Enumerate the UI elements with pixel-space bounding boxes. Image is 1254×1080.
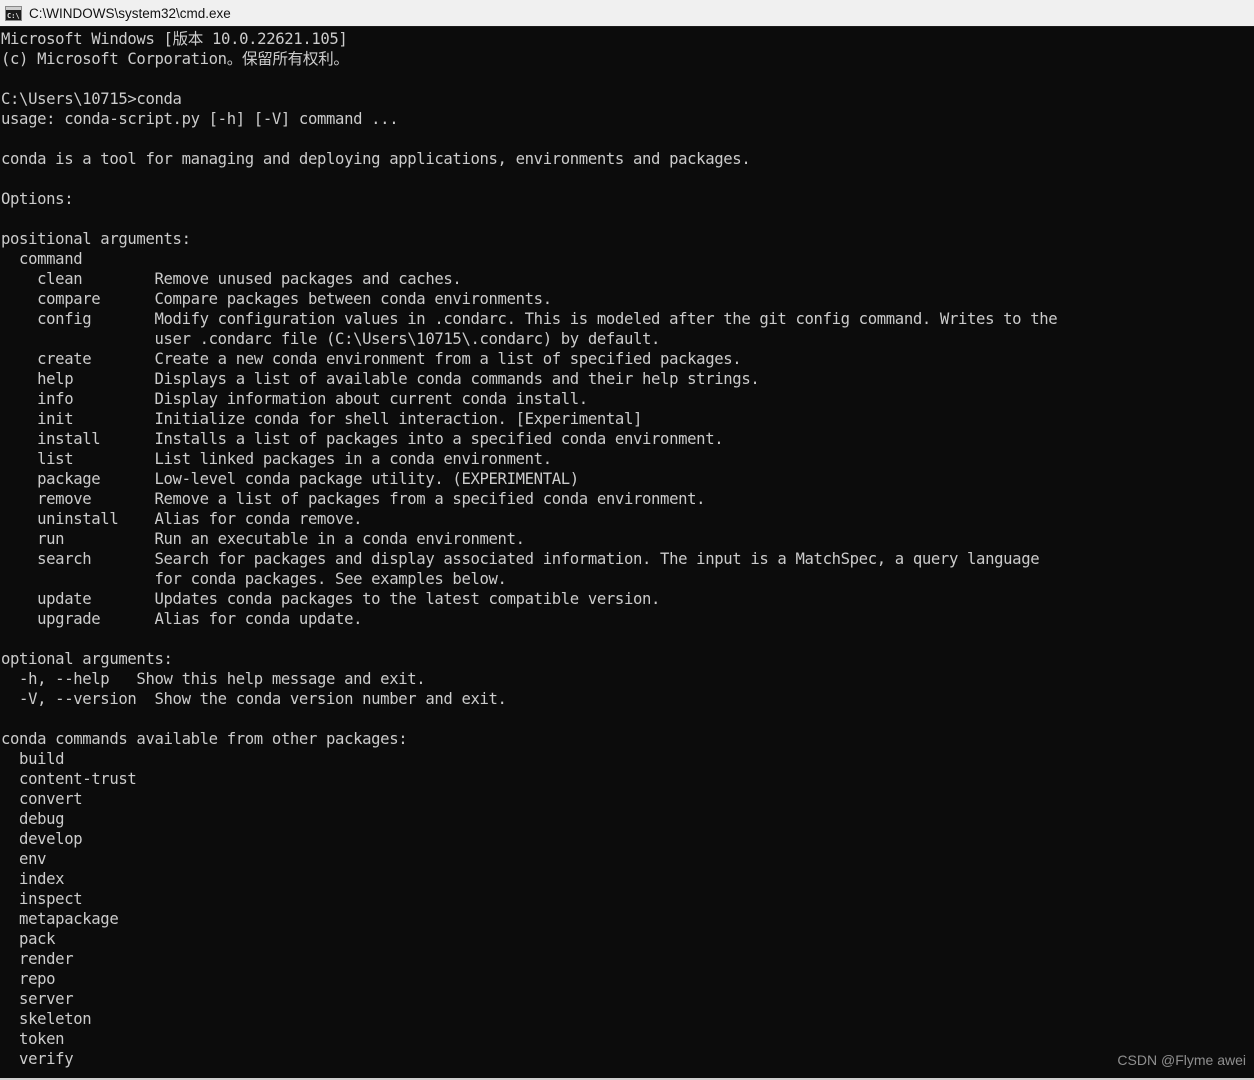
window-title-bar[interactable]: C:\ C:\WINDOWS\system32\cmd.exe [0,0,1254,27]
console-text-buffer: Microsoft Windows [版本 10.0.22621.105] (c)… [0,27,1254,1069]
svg-text:C:\: C:\ [7,12,20,20]
cmd-terminal-window: C:\ C:\WINDOWS\system32\cmd.exe Microsof… [0,0,1254,1080]
window-title-text: C:\WINDOWS\system32\cmd.exe [29,5,231,21]
console-line: token [1,1030,65,1048]
console-line: package Low-level conda package utility.… [1,470,579,488]
console-line: server [1,990,74,1008]
console-line: pack [1,930,56,948]
console-line: optional arguments: [1,650,173,668]
console-line: C:\Users\10715>conda [1,90,182,108]
console-line: develop [1,830,83,848]
console-line: positional arguments: [1,230,191,248]
console-line: create Create a new conda environment fr… [1,350,742,368]
console-line: init Initialize conda for shell interact… [1,410,643,428]
console-line: (c) Microsoft Corporation。保留所有权利。 [1,50,349,68]
console-line: help Displays a list of available conda … [1,370,760,388]
console-line: -h, --help Show this help message and ex… [1,670,426,688]
console-line: for conda packages. See examples below. [1,570,507,588]
console-line: Options: [1,190,74,208]
cmd-console-icon: C:\ [5,5,22,21]
console-line: skeleton [1,1010,92,1028]
console-line: conda commands available from other pack… [1,730,408,748]
console-line: config Modify configuration values in .c… [1,310,1058,328]
console-line: inspect [1,890,83,908]
console-line: update Updates conda packages to the lat… [1,590,661,608]
console-line: debug [1,810,65,828]
console-line: build [1,750,65,768]
console-line: uninstall Alias for conda remove. [1,510,363,528]
console-line: content-trust [1,770,137,788]
console-line: run Run an executable in a conda environ… [1,530,525,548]
console-line: list List linked packages in a conda env… [1,450,552,468]
console-line: index [1,870,65,888]
console-line: render [1,950,74,968]
console-line: metapackage [1,910,119,928]
console-line: user .condarc file (C:\Users\10715\.cond… [1,330,661,348]
console-line: conda is a tool for managing and deployi… [1,150,751,168]
console-line: info Display information about current c… [1,390,588,408]
console-line: repo [1,970,56,988]
console-line: search Search for packages and display a… [1,550,1040,568]
console-line: upgrade Alias for conda update. [1,610,363,628]
console-line: convert [1,790,83,808]
console-line: env [1,850,47,868]
console-line: remove Remove a list of packages from a … [1,490,706,508]
console-line: -V, --version Show the conda version num… [1,690,507,708]
console-line: compare Compare packages between conda e… [1,290,552,308]
console-line: Microsoft Windows [版本 10.0.22621.105] [1,30,348,48]
console-line: command [1,250,83,268]
console-line: install Installs a list of packages into… [1,430,724,448]
console-line: usage: conda-script.py [-h] [-V] command… [1,110,399,128]
console-output-area[interactable]: Microsoft Windows [版本 10.0.22621.105] (c)… [0,27,1254,1080]
console-line: clean Remove unused packages and caches. [1,270,462,288]
console-line: verify [1,1050,74,1068]
